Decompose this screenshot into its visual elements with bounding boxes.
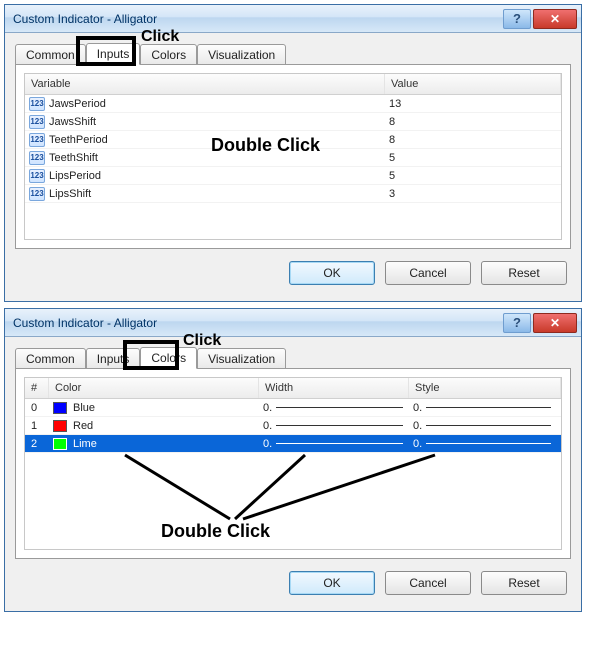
style-preview-icon	[426, 425, 551, 426]
table-body: 0 Blue 0. 0. 1 Red 0. 0. 2 Lime 0.	[25, 399, 561, 453]
var-name: JawsShift	[49, 116, 96, 128]
column-header-color[interactable]: Color	[49, 378, 259, 398]
dialog-body: Common Inputs Colors Visualization Varia…	[5, 33, 581, 301]
var-name: TeethShift	[49, 152, 98, 164]
int-icon: 123	[29, 97, 45, 111]
column-header-value[interactable]: Value	[385, 74, 561, 94]
width-preview-icon	[276, 407, 403, 408]
reset-button[interactable]: Reset	[481, 571, 567, 595]
button-bar: OK Cancel Reset	[15, 249, 571, 291]
titlebar: Custom Indicator - Alligator ? ✕	[5, 5, 581, 33]
tab-visualization[interactable]: Visualization	[197, 348, 286, 370]
int-icon: 123	[29, 169, 45, 183]
row-index: 2	[25, 438, 49, 450]
tab-panel-colors: # Color Width Style 0 Blue 0. 0. 1 Red	[15, 368, 571, 559]
var-value[interactable]: 13	[385, 98, 561, 110]
var-name: TeethPeriod	[49, 134, 108, 146]
table-row[interactable]: 1 Red 0. 0.	[25, 417, 561, 435]
tab-strip: Common Inputs Colors Visualization	[15, 41, 571, 65]
color-name: Blue	[73, 402, 95, 414]
tab-common[interactable]: Common	[15, 348, 86, 370]
close-icon: ✕	[550, 316, 560, 330]
dialog-colors: Custom Indicator - Alligator ? ✕ Common …	[4, 308, 582, 612]
color-swatch	[53, 438, 67, 450]
column-header-index[interactable]: #	[25, 378, 49, 398]
reset-button[interactable]: Reset	[481, 261, 567, 285]
titlebar-buttons: ? ✕	[503, 9, 581, 29]
width-preview-icon	[276, 443, 403, 444]
var-value[interactable]: 8	[385, 116, 561, 128]
width-value[interactable]: 0.	[263, 420, 272, 432]
close-icon: ✕	[550, 12, 560, 26]
column-header-variable[interactable]: Variable	[25, 74, 385, 94]
var-value[interactable]: 3	[385, 188, 561, 200]
table-row[interactable]: 123 JawsShift 8	[25, 113, 561, 131]
table-header: # Color Width Style	[25, 378, 561, 399]
int-icon: 123	[29, 151, 45, 165]
titlebar-buttons: ? ✕	[503, 313, 581, 333]
help-icon: ?	[513, 315, 521, 330]
ok-button[interactable]: OK	[289, 571, 375, 595]
width-value[interactable]: 0.	[263, 402, 272, 414]
table-header: Variable Value	[25, 74, 561, 95]
var-name: LipsPeriod	[49, 170, 101, 182]
cancel-button[interactable]: Cancel	[385, 571, 471, 595]
table-row[interactable]: 2 Lime 0. 0.	[25, 435, 561, 453]
ok-button[interactable]: OK	[289, 261, 375, 285]
tab-colors[interactable]: Colors	[140, 347, 197, 369]
table-row[interactable]: 123 TeethShift 5	[25, 149, 561, 167]
style-preview-icon	[426, 407, 551, 408]
button-bar: OK Cancel Reset	[15, 559, 571, 601]
table-row[interactable]: 123 LipsShift 3	[25, 185, 561, 203]
width-value[interactable]: 0.	[263, 438, 272, 450]
column-header-width[interactable]: Width	[259, 378, 409, 398]
window-title: Custom Indicator - Alligator	[5, 316, 503, 330]
titlebar: Custom Indicator - Alligator ? ✕	[5, 309, 581, 337]
var-name: JawsPeriod	[49, 98, 106, 110]
tab-strip: Common Inputs Colors Visualization	[15, 345, 571, 369]
dialog-body: Common Inputs Colors Visualization # Col…	[5, 337, 581, 611]
int-icon: 123	[29, 133, 45, 147]
tab-colors[interactable]: Colors	[140, 44, 197, 66]
close-button[interactable]: ✕	[533, 313, 577, 333]
style-value[interactable]: 0.	[413, 420, 422, 432]
style-preview-icon	[426, 443, 551, 444]
cancel-button[interactable]: Cancel	[385, 261, 471, 285]
inputs-table: Variable Value 123 JawsPeriod 13 123 JawsS…	[24, 73, 562, 240]
color-name: Red	[73, 420, 93, 432]
var-name: LipsShift	[49, 188, 91, 200]
table-row[interactable]: 123 TeethPeriod 8	[25, 131, 561, 149]
colors-table: # Color Width Style 0 Blue 0. 0. 1 Red	[24, 377, 562, 550]
table-row[interactable]: 123 JawsPeriod 13	[25, 95, 561, 113]
close-button[interactable]: ✕	[533, 9, 577, 29]
row-index: 1	[25, 420, 49, 432]
row-index: 0	[25, 402, 49, 414]
help-button[interactable]: ?	[503, 9, 531, 29]
column-header-style[interactable]: Style	[409, 378, 561, 398]
style-value[interactable]: 0.	[413, 402, 422, 414]
tab-visualization[interactable]: Visualization	[197, 44, 286, 66]
help-icon: ?	[513, 11, 521, 26]
tab-inputs[interactable]: Inputs	[86, 43, 141, 65]
width-preview-icon	[276, 425, 403, 426]
window-title: Custom Indicator - Alligator	[5, 12, 503, 26]
color-swatch	[53, 402, 67, 414]
var-value[interactable]: 5	[385, 152, 561, 164]
tab-common[interactable]: Common	[15, 44, 86, 66]
var-value[interactable]: 5	[385, 170, 561, 182]
int-icon: 123	[29, 187, 45, 201]
table-row[interactable]: 0 Blue 0. 0.	[25, 399, 561, 417]
tab-panel-inputs: Variable Value 123 JawsPeriod 13 123 JawsS…	[15, 64, 571, 249]
var-value[interactable]: 8	[385, 134, 561, 146]
table-body: 123 JawsPeriod 13 123 JawsShift 8 123 Teeth…	[25, 95, 561, 203]
table-row[interactable]: 123 LipsPeriod 5	[25, 167, 561, 185]
tab-inputs[interactable]: Inputs	[86, 348, 141, 370]
help-button[interactable]: ?	[503, 313, 531, 333]
style-value[interactable]: 0.	[413, 438, 422, 450]
int-icon: 123	[29, 115, 45, 129]
color-swatch	[53, 420, 67, 432]
dialog-inputs: Custom Indicator - Alligator ? ✕ Common …	[4, 4, 582, 302]
color-name: Lime	[73, 438, 97, 450]
